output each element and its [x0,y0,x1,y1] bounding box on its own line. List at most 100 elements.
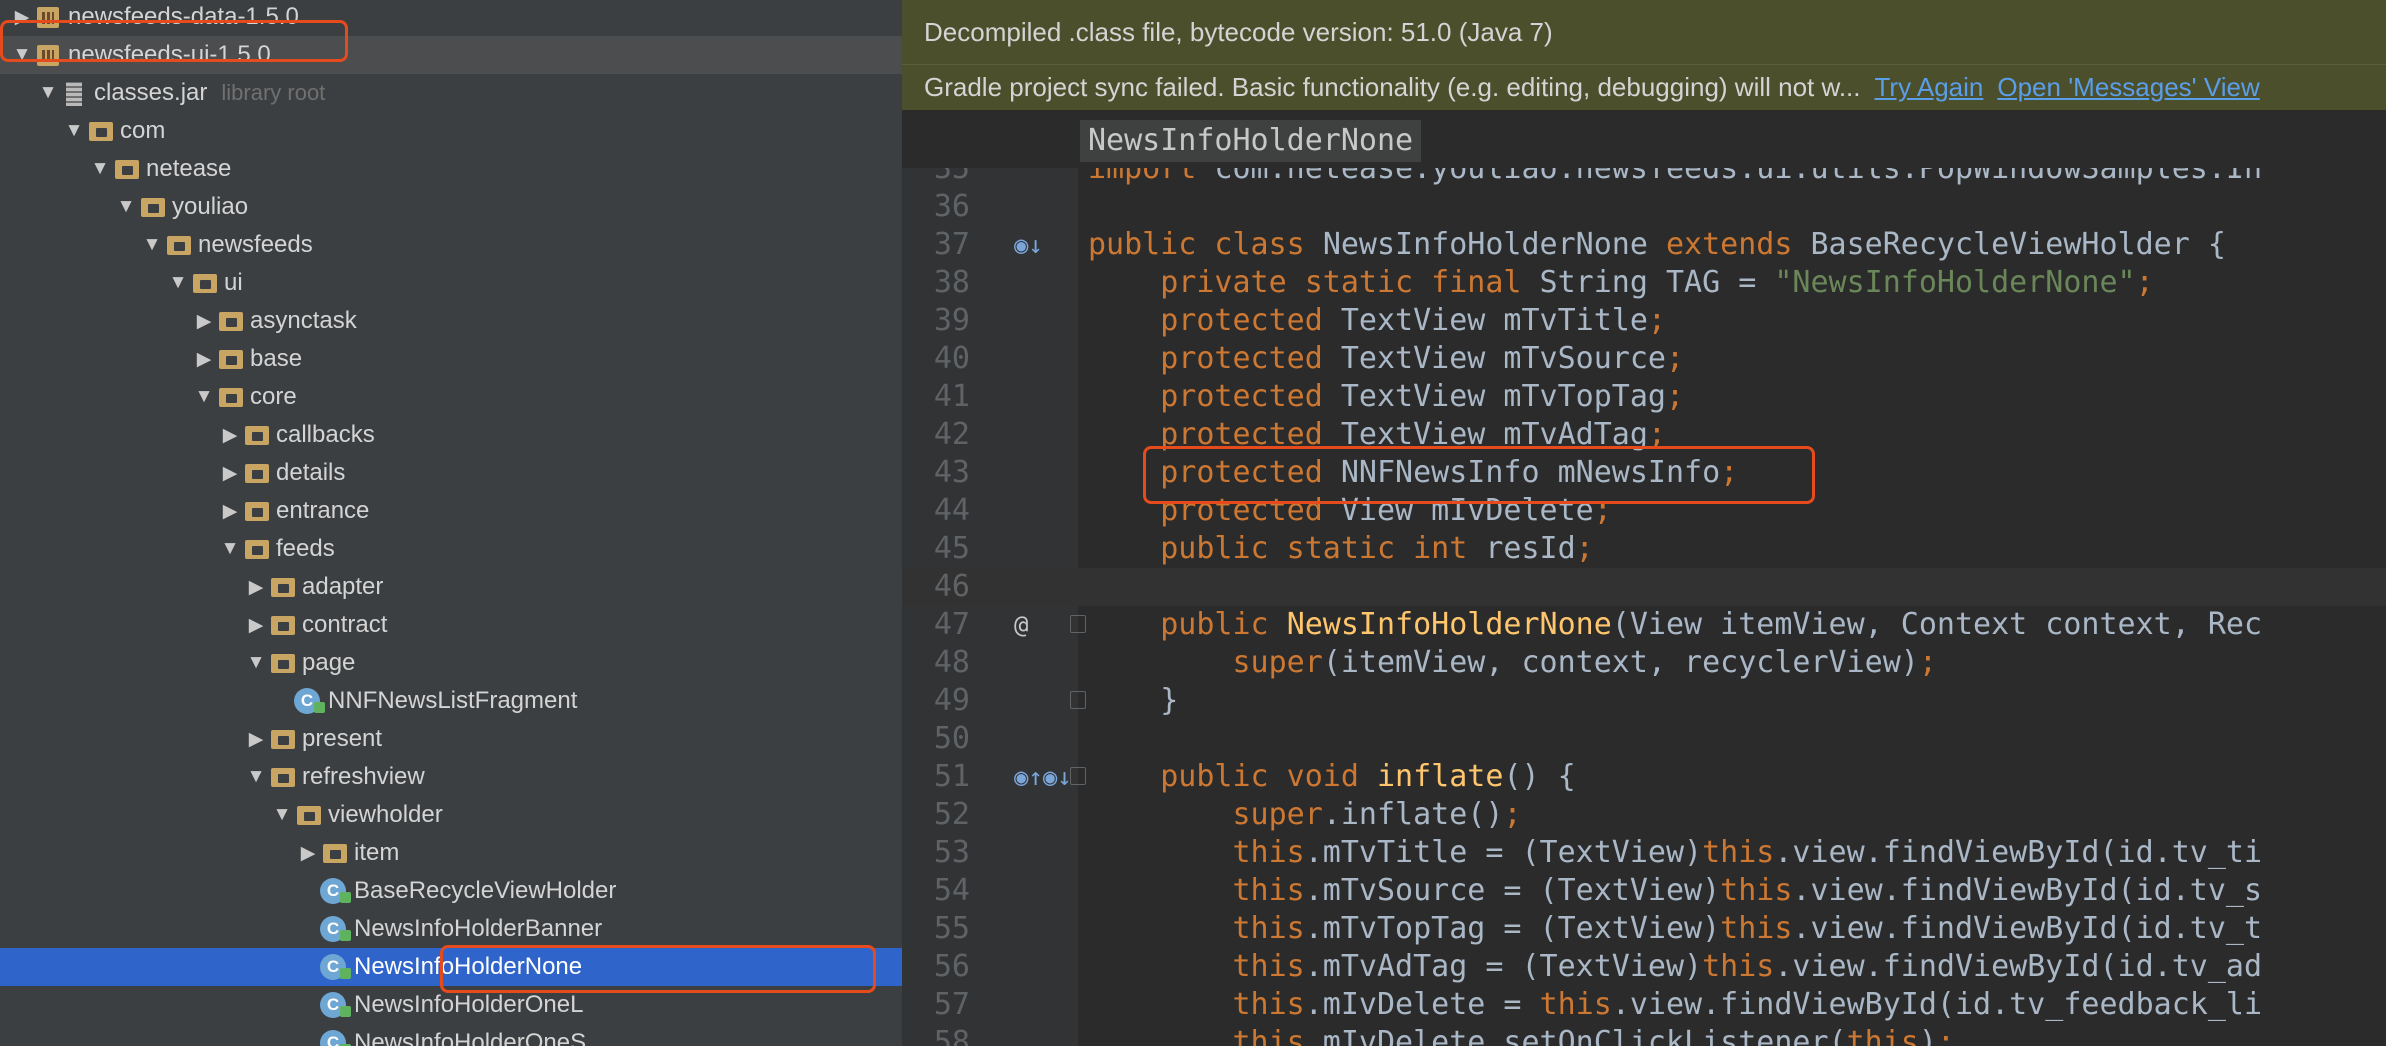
tree-row[interactable]: ▶ NewsInfoHolderBanner [0,910,902,948]
code-line[interactable]: 44 protected View mIvDelete; [902,492,2386,530]
expanded-arrow-icon[interactable]: ▼ [244,766,268,788]
fold-marker-icon[interactable] [1070,691,1086,709]
code-line[interactable]: 48 super(itemView, context, recyclerView… [902,644,2386,682]
tree-row[interactable]: ▶ NewsInfoHolderNone [0,948,902,986]
tree-row[interactable]: ▼ newsfeeds-ui-1.5.0 [0,36,902,74]
code-line[interactable]: 54 this.mTvSource = (TextView)this.view.… [902,872,2386,910]
expanded-arrow-icon[interactable]: ▼ [140,234,164,256]
line-number: 49 [933,683,970,718]
override-gutter-icon[interactable]: ◉↑◉↓ [1014,758,1072,796]
breadcrumb-class[interactable]: NewsInfoHolderNone [1080,120,1422,162]
tree-row[interactable]: ▼ viewholder [0,796,902,834]
code-line[interactable]: 47 @ public NewsInfoHolderNone(View itemV… [902,606,2386,644]
expanded-arrow-icon[interactable]: ▼ [10,44,34,66]
line-number: 47 [933,607,970,642]
tree-row[interactable]: ▶ newsfeeds-data-1.5.0 [0,0,902,36]
tree-row[interactable]: ▼ netease [0,150,902,188]
project-tree-panel[interactable]: ▶ newsfeeds-data-1.5.0 ▼ newsfeeds-ui-1.5.0… [0,0,902,1046]
code-token: protected [1160,455,1341,490]
tree-row[interactable]: ▼ ui [0,264,902,302]
code-line[interactable]: 42 protected TextView mTvAdTag; [902,416,2386,454]
collapsed-arrow-icon[interactable]: ▶ [218,424,242,447]
code-token: } [1088,683,1179,718]
collapsed-arrow-icon[interactable]: ▶ [218,500,242,523]
tree-row[interactable]: ▼ com [0,112,902,150]
open-messages-link[interactable]: Open 'Messages' View [1997,72,2259,103]
expanded-arrow-icon[interactable]: ▼ [218,538,242,560]
code-line[interactable]: 50 [902,720,2386,758]
tree-row[interactable]: ▶ NewsInfoHolderOneL [0,986,902,1024]
code-line[interactable]: 51 ◉↑◉↓ public void inflate() { [902,758,2386,796]
tree-row[interactable]: ▶ asynctask [0,302,902,340]
tree-row[interactable]: ▼ refreshview [0,758,902,796]
fold-marker-icon[interactable] [1070,615,1086,633]
code-line[interactable]: 57 this.mIvDelete = this.view.findViewBy… [902,986,2386,1024]
try-again-link[interactable]: Try Again [1875,72,1984,103]
collapsed-arrow-icon[interactable]: ▶ [218,462,242,485]
code-token: .inflate() [1322,797,1504,832]
expanded-arrow-icon[interactable]: ▼ [62,120,86,142]
annotation-gutter-icon[interactable]: @ [1014,606,1064,644]
code-text: private static final String TAG = "NewsI… [1088,264,2153,302]
code-line[interactable]: 53 this.mTvTitle = (TextView)this.view.f… [902,834,2386,872]
code-line[interactable]: 40 protected TextView mTvSource; [902,340,2386,378]
tree-row[interactable]: ▶ BaseRecycleViewHolder [0,872,902,910]
tree-row[interactable]: ▶ item [0,834,902,872]
expanded-arrow-icon[interactable]: ▼ [244,652,268,674]
tree-row[interactable]: ▶ details [0,454,902,492]
code-text: import com.netease.youliao.newsfeeds.ui.… [1088,168,2262,188]
code-token: .mTvSource = (TextView) [1304,873,1721,908]
collapsed-arrow-icon[interactable]: ▶ [244,728,268,751]
code-line[interactable]: 46 [902,568,2386,606]
code-line[interactable]: 45 public static int resId; [902,530,2386,568]
tree-row[interactable]: ▼ page [0,644,902,682]
tree-row[interactable]: ▼ feeds [0,530,902,568]
collapsed-arrow-icon[interactable]: ▶ [296,842,320,865]
class-icon [320,914,351,944]
tree-row[interactable]: ▶ callbacks [0,416,902,454]
tree-row[interactable]: ▶ entrance [0,492,902,530]
tree-row[interactable]: ▶ base [0,340,902,378]
expanded-arrow-icon[interactable]: ▼ [166,272,190,294]
override-gutter-icon[interactable]: ◉↓ [1014,226,1064,264]
code-editor[interactable]: 35 import com.netease.youliao.newsfeeds.u… [902,168,2386,1046]
code-line[interactable]: 38 private static final String TAG = "Ne… [902,264,2386,302]
expanded-arrow-icon[interactable]: ▼ [88,158,112,180]
fold-marker-icon[interactable] [1070,767,1086,785]
code-line[interactable]: 55 this.mTvTopTag = (TextView)this.view.… [902,910,2386,948]
code-line[interactable]: 37 ◉↓ public class NewsInfoHolderNone exte… [902,226,2386,264]
tree-row-label: adapter [302,573,384,600]
code-line[interactable]: 43 protected NNFNewsInfo mNewsInfo; [902,454,2386,492]
tree-row[interactable]: ▼ classes.jar library root [0,74,902,112]
expanded-arrow-icon[interactable]: ▼ [114,196,138,218]
line-number: 57 [933,987,970,1022]
tree-row[interactable]: ▶ NNFNewsListFragment [0,682,902,720]
expanded-arrow-icon[interactable]: ▼ [270,804,294,826]
tree-row[interactable]: ▶ adapter [0,568,902,606]
line-number: 46 [933,569,970,604]
collapsed-arrow-icon[interactable]: ▶ [192,310,216,333]
code-text: this.mIvDelete.setOnClickListener(this); [1088,1024,1955,1046]
tree-row[interactable]: ▶ NewsInfoHolderOneS [0,1024,902,1046]
code-line[interactable]: 56 this.mTvAdTag = (TextView)this.view.f… [902,948,2386,986]
tree-row[interactable]: ▼ core [0,378,902,416]
code-line[interactable]: 39 protected TextView mTvTitle; [902,302,2386,340]
tree-row[interactable]: ▶ present [0,720,902,758]
code-line[interactable]: 36 [902,188,2386,226]
code-line[interactable]: 41 protected TextView mTvTopTag; [902,378,2386,416]
collapsed-arrow-icon[interactable]: ▶ [192,348,216,371]
tree-row[interactable]: ▶ contract [0,606,902,644]
collapsed-arrow-icon[interactable]: ▶ [244,614,268,637]
code-line[interactable]: 58 this.mIvDelete.setOnClickListener(thi… [902,1024,2386,1046]
tree-row[interactable]: ▼ newsfeeds [0,226,902,264]
code-line[interactable]: 35 import com.netease.youliao.newsfeeds.u… [902,168,2386,188]
line-number: 35 [933,168,970,186]
tree-row[interactable]: ▼ youliao [0,188,902,226]
code-line[interactable]: 52 super.inflate(); [902,796,2386,834]
code-line[interactable]: 49 } [902,682,2386,720]
expanded-arrow-icon[interactable]: ▼ [192,386,216,408]
collapsed-arrow-icon[interactable]: ▶ [244,576,268,599]
expanded-arrow-icon[interactable]: ▼ [36,82,60,104]
collapsed-arrow-icon[interactable]: ▶ [10,6,34,29]
